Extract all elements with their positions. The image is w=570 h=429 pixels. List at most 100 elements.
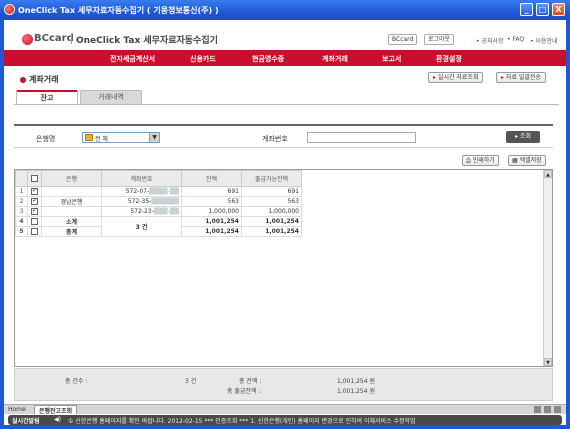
- total-available-label: 총 출금잔액 :: [227, 388, 261, 395]
- row-number: 3: [15, 206, 28, 217]
- app-name: OneClick Tax 세무자료자동수집기: [76, 36, 218, 46]
- nav-item-settings[interactable]: 환경설정: [436, 54, 462, 64]
- subtotal-label: 소계: [41, 216, 102, 227]
- row-checkbox[interactable]: [31, 218, 38, 225]
- print-button[interactable]: ⎙ 인쇄하기: [462, 155, 499, 166]
- row-checkbox-cell[interactable]: [27, 186, 42, 197]
- table-row[interactable]: 1 572-07-▒▒▒▒-▒▒ 691 691: [15, 186, 302, 197]
- query-button[interactable]: 조회: [506, 131, 540, 143]
- account-label: 계좌번호: [262, 135, 288, 143]
- row-checkbox-cell[interactable]: [27, 216, 42, 227]
- window-titlebar: OneClick Tax 세무자료자동수집기 ( 기웅정보통신(주) ) _ □…: [0, 0, 570, 20]
- select-all-checkbox-cell[interactable]: [27, 170, 42, 187]
- account-prefix: 572-07-: [125, 188, 150, 195]
- bank-cell: [41, 206, 102, 217]
- close-button[interactable]: X: [552, 3, 565, 16]
- row-checkbox-cell[interactable]: [27, 226, 42, 237]
- nav-item-report[interactable]: 보고서: [382, 54, 401, 64]
- bccard-logo-icon: [22, 34, 33, 45]
- row-checkbox[interactable]: [31, 206, 38, 215]
- bottom-tab-strip: Home 은행잔고조회: [4, 404, 566, 415]
- account-prefix: 572-35-: [127, 198, 152, 205]
- balance-grid: 은행 계좌번호 잔액 출금가능잔액 1 572-07-▒▒▒▒-▒▒ 691 6…: [14, 169, 553, 367]
- excel-save-button[interactable]: ▦ 엑셀저장: [508, 155, 546, 166]
- bank-cell: 경남은행: [41, 196, 102, 207]
- row-checkbox-cell[interactable]: [27, 206, 42, 217]
- account-cell: 572-23-▒▒▒-▒▒: [101, 206, 182, 217]
- total-count-value: 3 건: [185, 378, 197, 385]
- total-balance-value: 1,001,254 원: [337, 378, 375, 385]
- select-all-checkbox[interactable]: [31, 175, 38, 182]
- bank-label: 은행명: [36, 135, 56, 143]
- excel-button-label: 엑셀저장: [519, 157, 542, 164]
- account-mask: ▒▒▒-▒▒: [153, 208, 179, 215]
- tab-transactions[interactable]: 거래내역: [80, 90, 142, 104]
- table-row[interactable]: 3 572-23-▒▒▒-▒▒ 1,000,000 1,000,000: [15, 206, 302, 217]
- realtime-alert-bar: 실시간알림 ◀) ① 신한은행 홈페이지를 확인 바랍니다. 2012-02-1…: [8, 415, 562, 425]
- alert-message: ① 신한은행 홈페이지를 확인 바랍니다. 2012-02-15 *** 인증조…: [68, 418, 416, 425]
- speaker-icon: ◀): [54, 416, 61, 423]
- total-balance: 1,001,254: [181, 226, 242, 237]
- total-available: 1,001,254: [241, 226, 302, 237]
- scroll-down-icon[interactable]: ▼: [544, 358, 552, 366]
- nav-item-account[interactable]: 계좌거래: [322, 54, 348, 64]
- row-checkbox[interactable]: [31, 186, 38, 195]
- account-prefix: 572-23-: [130, 208, 154, 215]
- row-checkbox-cell[interactable]: [27, 196, 42, 207]
- available-cell: 563: [241, 196, 302, 207]
- table-row[interactable]: 2 경남은행 572-35-▒▒▒▒▒▒ 563 563: [15, 196, 302, 207]
- tab-minimize-icon[interactable]: [534, 406, 541, 413]
- scroll-up-icon[interactable]: ▲: [544, 170, 552, 178]
- search-filter: 은행명 전 체 ▼ 계좌번호 조회: [14, 124, 553, 148]
- row-checkbox[interactable]: [31, 196, 38, 205]
- window-frame: BCcard OneClick Tax 세무자료자동수집기 BCcard 로그아…: [0, 20, 570, 429]
- row-number-header: [15, 170, 28, 187]
- subtotal-row: 4 소계 3 건 1,001,254 1,001,254: [15, 216, 302, 237]
- home-tab[interactable]: Home: [8, 406, 26, 413]
- col-account: 계좌번호: [101, 170, 182, 187]
- balance-cell: 1,000,000: [181, 206, 242, 217]
- maximize-button[interactable]: □: [536, 3, 549, 16]
- balance-cell: 563: [181, 196, 242, 207]
- bulk-send-button[interactable]: 자료 일괄전송: [496, 72, 546, 83]
- table-header-row: 은행 계좌번호 잔액 출금가능잔액: [15, 170, 302, 187]
- col-available: 출금가능잔액: [241, 170, 302, 187]
- total-count-label: 총 건수 :: [65, 378, 88, 385]
- nav-item-cash-receipt[interactable]: 현금영수증: [252, 54, 284, 64]
- bccard-button[interactable]: BCcard: [388, 34, 418, 45]
- notice-link[interactable]: 공지사항: [476, 36, 503, 45]
- page-title: 계좌거래: [20, 74, 58, 85]
- tab-balance[interactable]: 잔고: [16, 90, 78, 104]
- row-number: 2: [15, 196, 28, 207]
- window-title: OneClick Tax 세무자료자동수집기 ( 기웅정보통신(주) ): [18, 6, 219, 15]
- alert-label: 실시간알림: [12, 418, 40, 425]
- summary-panel: 총 건수 : 3 건 총 잔액 : 1,001,254 원 총 출금잔액 : 1…: [14, 368, 553, 401]
- balance-cell: 691: [181, 186, 242, 197]
- account-number-input[interactable]: [307, 132, 416, 143]
- bank-select-value: 전 체: [95, 136, 108, 143]
- subtotal-balance: 1,001,254: [181, 216, 242, 227]
- subtotal-available: 1,001,254: [241, 216, 302, 227]
- account-mask: ▒▒▒▒-▒▒: [149, 188, 179, 195]
- tab-restore-icon[interactable]: [544, 406, 551, 413]
- main-nav: 전자세금계산서 신용카드 현금영수증 계좌거래 보고서 환경설정: [4, 50, 566, 66]
- row-number: 5: [15, 226, 28, 237]
- bank-select[interactable]: 전 체 ▼: [82, 132, 160, 143]
- minimize-button[interactable]: _: [520, 3, 533, 16]
- bank-cell: [41, 186, 102, 197]
- row-checkbox[interactable]: [31, 228, 38, 235]
- chevron-down-icon[interactable]: ▼: [149, 133, 159, 142]
- guide-link[interactable]: 이용안내: [530, 36, 557, 45]
- tab-close-icon[interactable]: [554, 406, 561, 413]
- app-body: BCcard OneClick Tax 세무자료자동수집기 BCcard 로그아…: [4, 20, 566, 425]
- realtime-query-button[interactable]: 실시간 자료조회: [428, 72, 484, 83]
- nav-item-credit-card[interactable]: 신용카드: [190, 54, 216, 64]
- nav-item-tax-invoice[interactable]: 전자세금계산서: [110, 54, 155, 64]
- faq-link[interactable]: FAQ: [507, 36, 524, 43]
- col-bank: 은행: [41, 170, 102, 187]
- account-mask: ▒▒▒▒▒▒: [151, 198, 179, 205]
- grid-scrollbar[interactable]: ▲ ▼: [543, 170, 552, 366]
- bank-balance-tab[interactable]: 은행잔고조회: [34, 405, 78, 415]
- total-balance-label: 총 잔액 :: [239, 378, 262, 385]
- logout-button[interactable]: 로그아웃: [424, 34, 455, 45]
